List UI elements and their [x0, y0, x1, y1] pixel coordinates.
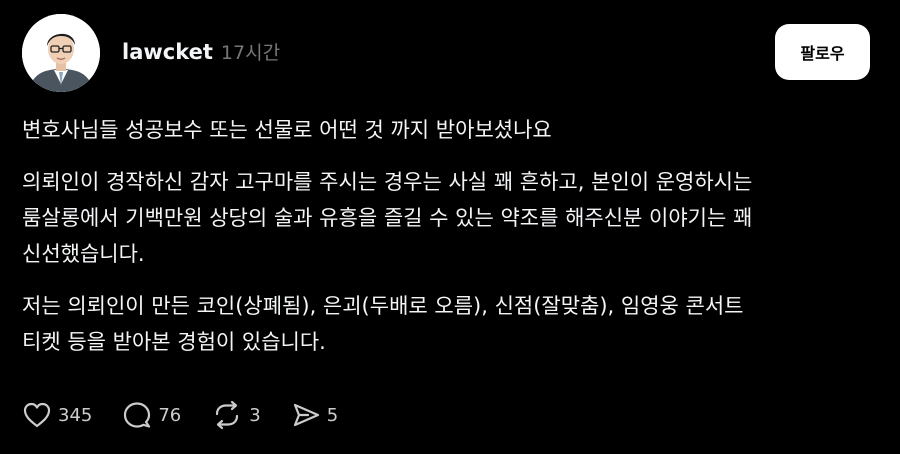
post-paragraph: 저는 의뢰인이 만든 코인(상폐됨), 은괴(두배로 오름), 신점(잘맞춤),…: [22, 294, 744, 354]
share-button[interactable]: 5: [291, 400, 338, 430]
post-header: lawcket 17시간: [22, 13, 280, 93]
post-time[interactable]: 17시간: [221, 38, 280, 65]
avatar[interactable]: [22, 14, 100, 92]
send-icon: [293, 403, 319, 427]
reply-count: 76: [158, 404, 182, 426]
like-button[interactable]: 345: [22, 401, 92, 429]
post-paragraph: 변호사님들 성공보수 또는 선물로 어떤 것 까지 받아보셨나요: [22, 118, 552, 142]
thread-post: lawcket 17시간 팔로우 변호사님들 성공보수 또는 선물로 어떤 것 …: [0, 0, 900, 454]
post-meta: lawcket 17시간: [122, 38, 280, 65]
follow-button[interactable]: 팔로우: [775, 24, 870, 80]
repost-count: 3: [249, 404, 261, 426]
username[interactable]: lawcket: [122, 40, 213, 64]
avatar-portrait-icon: [22, 14, 100, 92]
comment-icon: [124, 402, 151, 428]
share-count: 5: [326, 404, 339, 426]
like-count: 345: [58, 404, 93, 426]
heart-icon: [23, 402, 51, 428]
repost-icon: [216, 400, 239, 430]
reply-button[interactable]: 76: [122, 400, 181, 430]
post-body: 변호사님들 성공보수 또는 선물로 어떤 것 까지 받아보셨나요 의뢰인이 경작…: [22, 112, 872, 376]
post-paragraph: 의뢰인이 경작하신 감자 고구마를 주시는 경우는 사실 꽤 흔하고, 본인이 …: [22, 170, 753, 266]
post-actions: 345 76 3 5: [22, 395, 368, 435]
repost-button[interactable]: 3: [211, 400, 261, 430]
